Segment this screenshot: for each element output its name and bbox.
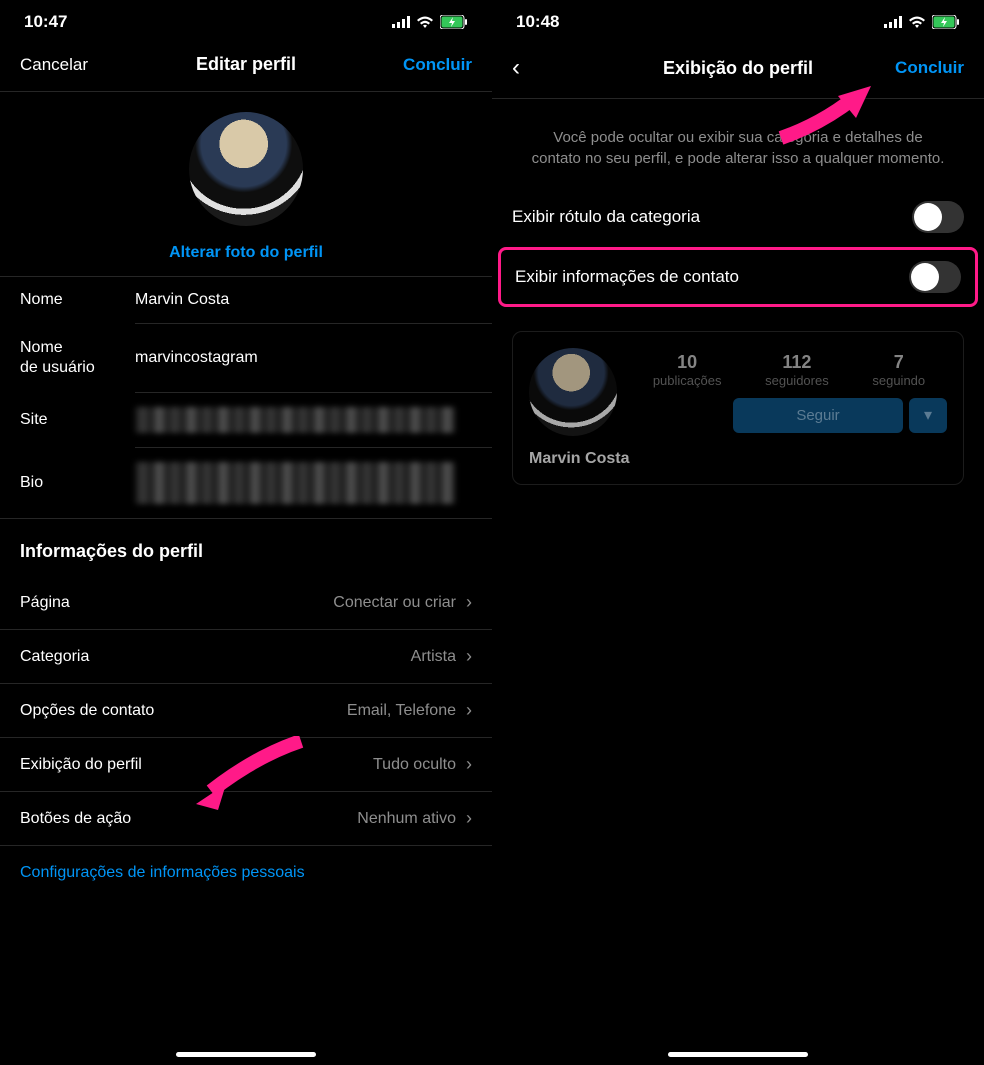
- row-label: Exibição do perfil: [20, 756, 142, 774]
- toggle-label: Exibir informações de contato: [515, 267, 739, 287]
- category-toggle[interactable]: [912, 201, 964, 233]
- redacted-value: [135, 462, 455, 504]
- row-value: Artista›: [411, 646, 472, 667]
- row-value: Email, Telefone›: [347, 700, 472, 721]
- contact-toggle[interactable]: [909, 261, 961, 293]
- name-value: Marvin Costa: [135, 291, 472, 309]
- left-screen: 10:47 Cancelar Editar perfil Concluir Al…: [0, 0, 492, 1065]
- section-title: Informações do perfil: [0, 519, 492, 576]
- status-icons: [392, 15, 468, 29]
- row-value: Conectar ou criar›: [333, 592, 472, 613]
- toggle-label: Exibir rótulo da categoria: [512, 207, 700, 227]
- nav-bar: Cancelar Editar perfil Concluir: [0, 38, 492, 91]
- followers-stat: 112 seguidores: [765, 352, 829, 388]
- bio-row[interactable]: Bio: [0, 448, 492, 518]
- preview-top: 10 publicações 112 seguidores 7 seguindo…: [529, 348, 947, 436]
- stat-number: 10: [653, 352, 722, 373]
- bio-label: Bio: [20, 474, 135, 492]
- row-label: Opções de contato: [20, 702, 154, 720]
- posts-stat: 10 publicações: [653, 352, 722, 388]
- preview-avatar: [529, 348, 617, 436]
- toggle-knob: [914, 203, 942, 231]
- status-icons: [884, 15, 960, 29]
- suggestions-dropdown-button[interactable]: ▾: [909, 398, 947, 433]
- username-label: Nome de usuário: [20, 338, 135, 378]
- cancel-button[interactable]: Cancelar: [20, 55, 100, 75]
- category-toggle-row: Exibir rótulo da categoria: [492, 187, 984, 247]
- status-bar: 10:48: [492, 0, 984, 38]
- description-text: Você pode ocultar ou exibir sua categori…: [492, 99, 984, 187]
- nav-title: Editar perfil: [100, 54, 392, 75]
- redacted-value: [135, 407, 455, 433]
- profile-section: Alterar foto do perfil: [0, 92, 492, 276]
- site-label: Site: [20, 411, 135, 429]
- annotation-arrow: [776, 86, 876, 151]
- home-indicator[interactable]: [176, 1052, 316, 1057]
- contact-options-row[interactable]: Opções de contato Email, Telefone›: [0, 684, 492, 737]
- row-value: Tudo oculto›: [373, 754, 472, 775]
- signal-icon: [884, 16, 902, 28]
- follow-button[interactable]: Seguir: [733, 398, 903, 433]
- personal-info-link[interactable]: Configurações de informações pessoais: [0, 846, 492, 900]
- chevron-down-icon: ▾: [924, 405, 932, 425]
- status-time: 10:47: [24, 12, 67, 32]
- category-row[interactable]: Categoria Artista›: [0, 630, 492, 683]
- chevron-right-icon: ›: [466, 700, 472, 721]
- row-label: Categoria: [20, 648, 89, 666]
- name-row[interactable]: Nome Marvin Costa: [0, 277, 492, 323]
- site-row[interactable]: Site: [0, 393, 492, 447]
- username-value: marvincostagram: [135, 349, 472, 367]
- row-label: Página: [20, 594, 70, 612]
- preview-name: Marvin Costa: [529, 450, 947, 468]
- battery-charging-icon: [440, 15, 468, 29]
- right-screen: 10:48 ‹ Exibição do perfil Concluir Você…: [492, 0, 984, 1065]
- nav-title: Exibição do perfil: [592, 58, 884, 79]
- home-indicator[interactable]: [668, 1052, 808, 1057]
- profile-avatar[interactable]: [189, 112, 303, 226]
- chevron-right-icon: ›: [466, 592, 472, 613]
- preview-buttons: Seguir ▾: [733, 398, 947, 433]
- done-button[interactable]: Concluir: [392, 55, 472, 75]
- signal-icon: [392, 16, 410, 28]
- row-label: Botões de ação: [20, 810, 131, 828]
- done-button[interactable]: Concluir: [884, 58, 964, 78]
- preview-stats: 10 publicações 112 seguidores 7 seguindo: [631, 352, 947, 388]
- profile-preview-card: 10 publicações 112 seguidores 7 seguindo…: [512, 331, 964, 485]
- back-button[interactable]: ‹: [512, 54, 592, 82]
- contact-toggle-row: Exibir informações de contato: [498, 247, 978, 307]
- page-row[interactable]: Página Conectar ou criar›: [0, 576, 492, 629]
- stat-number: 112: [765, 352, 829, 373]
- nav-bar: ‹ Exibição do perfil Concluir: [492, 38, 984, 98]
- annotation-arrow: [196, 736, 306, 821]
- battery-charging-icon: [932, 15, 960, 29]
- stat-label: seguindo: [872, 373, 925, 388]
- following-stat: 7 seguindo: [872, 352, 925, 388]
- chevron-right-icon: ›: [466, 646, 472, 667]
- row-value: Nenhum ativo›: [357, 808, 472, 829]
- wifi-icon: [416, 16, 434, 28]
- status-bar: 10:47: [0, 0, 492, 38]
- name-label: Nome: [20, 291, 135, 309]
- chevron-right-icon: ›: [466, 754, 472, 775]
- toggle-knob: [911, 263, 939, 291]
- stat-label: seguidores: [765, 373, 829, 388]
- stat-number: 7: [872, 352, 925, 373]
- wifi-icon: [908, 16, 926, 28]
- status-time: 10:48: [516, 12, 559, 32]
- username-row[interactable]: Nome de usuário marvincostagram: [0, 324, 492, 392]
- chevron-right-icon: ›: [466, 808, 472, 829]
- change-photo-link[interactable]: Alterar foto do perfil: [169, 244, 323, 262]
- stat-label: publicações: [653, 373, 722, 388]
